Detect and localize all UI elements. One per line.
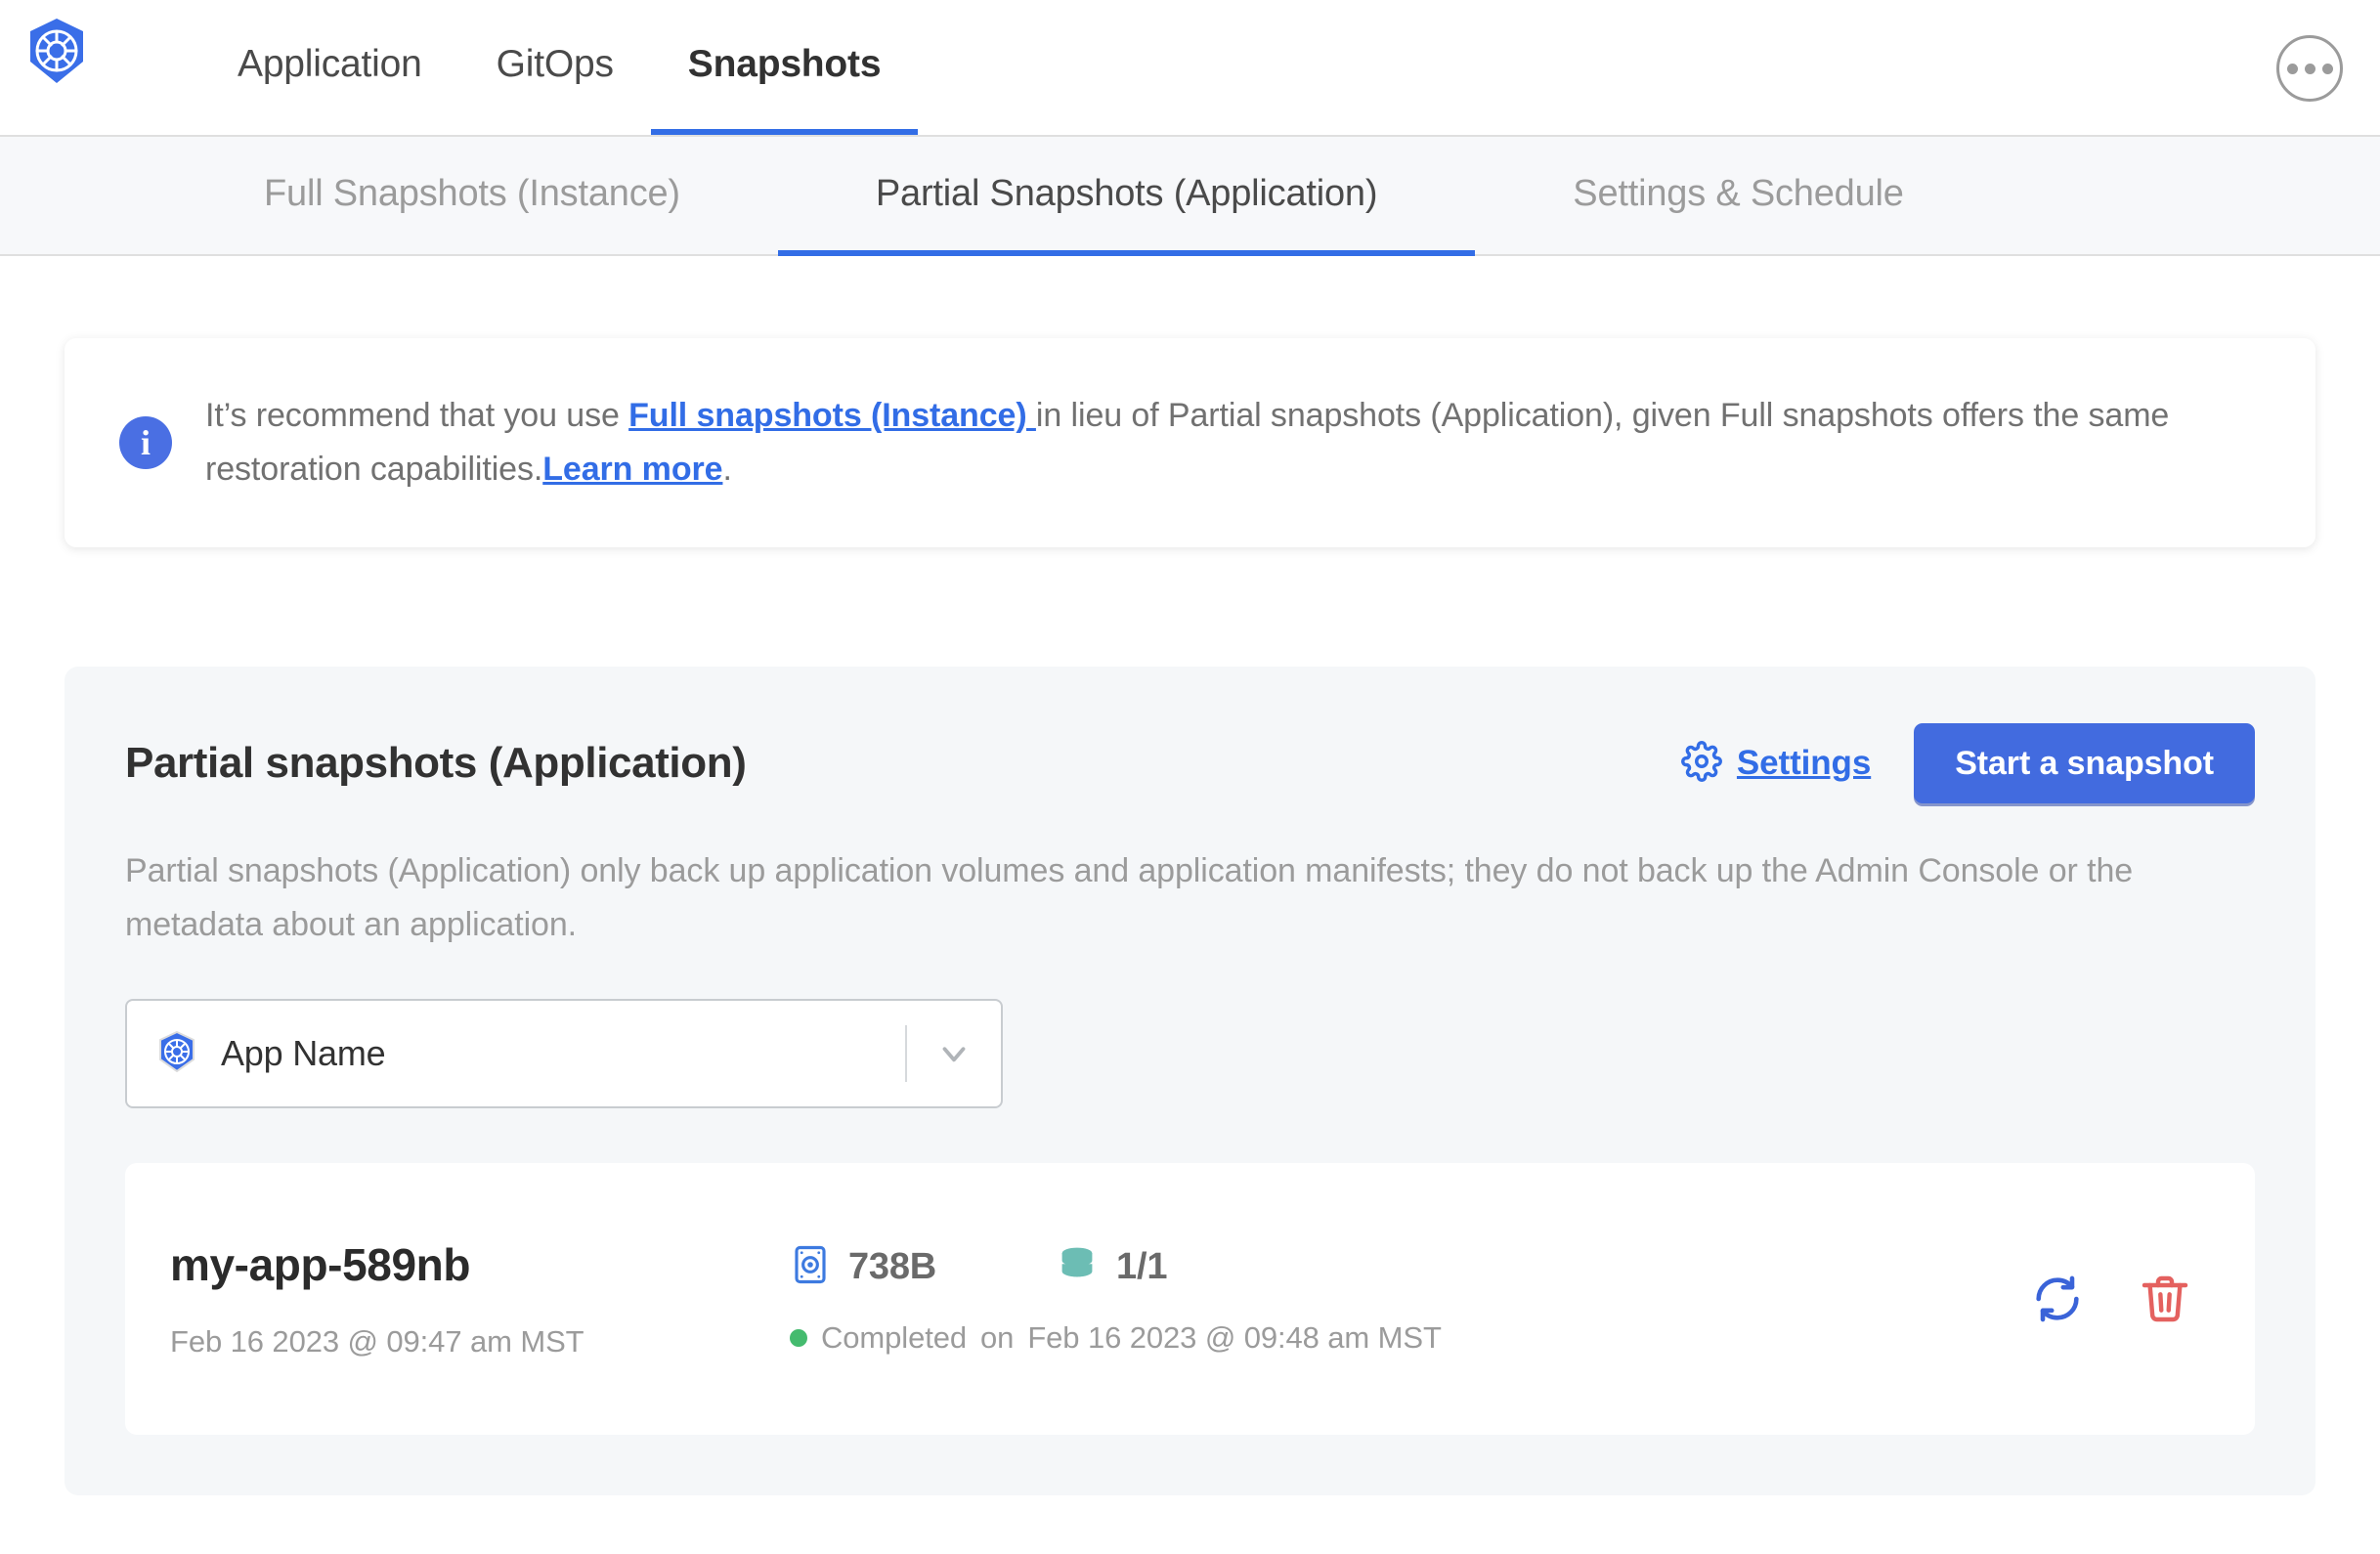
start-snapshot-button[interactable]: Start a snapshot <box>1914 723 2255 804</box>
status-badge: Completed <box>821 1319 968 1355</box>
subnav-item-full-snapshots-label: Full Snapshots (Instance) <box>264 172 680 214</box>
card-header-row: Partial snapshots (Application) Settings… <box>125 721 2255 805</box>
app-name-select[interactable]: App Name <box>125 999 1003 1109</box>
nav-item-snapshots-label: Snapshots <box>687 43 882 85</box>
app-name-select-value-wrap: App Name <box>127 1029 905 1079</box>
status-dot-icon <box>790 1328 807 1347</box>
snapshot-name: my-app-589nb <box>170 1239 471 1291</box>
card-description: Partial snapshots (Application) only bac… <box>125 852 2134 944</box>
subnav-item-partial-snapshots[interactable]: Partial Snapshots (Application) <box>777 137 1476 256</box>
primary-nav: Application GitOps Snapshots <box>200 0 919 135</box>
snapshot-volumes-metric: 1/1 <box>1056 1243 1167 1291</box>
snapshot-name-column: my-app-589nb Feb 16 2023 @ 09:47 am MST <box>170 1238 776 1360</box>
info-banner: i It’s recommend that you use Full snaps… <box>65 338 2315 548</box>
snapshot-finished-at: Feb 16 2023 @ 09:48 am MST <box>1027 1319 1442 1355</box>
nav-item-gitops[interactable]: GitOps <box>459 0 651 135</box>
snapshot-size-value: 738B <box>848 1245 937 1287</box>
kubernetes-logo-icon <box>154 1029 199 1079</box>
card-header-actions: Settings Start a snapshot <box>1680 723 2255 804</box>
subnav-item-settings-schedule[interactable]: Settings & Schedule <box>1475 137 2001 256</box>
subnav-item-settings-schedule-label: Settings & Schedule <box>1573 172 1904 214</box>
database-icon <box>1056 1243 1099 1291</box>
learn-more-link[interactable]: Learn more <box>542 451 722 488</box>
page-body: i It’s recommend that you use Full snaps… <box>0 338 2380 1496</box>
disk-icon <box>790 1244 831 1290</box>
snapshots-subnav: Full Snapshots (Instance) Partial Snapsh… <box>0 137 2380 256</box>
snapshot-volumes-value: 1/1 <box>1116 1245 1168 1287</box>
restore-refresh-icon[interactable] <box>2026 1268 2089 1330</box>
snapshot-row-actions <box>2026 1268 2208 1330</box>
settings-link-label: Settings <box>1736 744 1872 783</box>
snapshot-metrics: 738B 1/1 <box>790 1243 2026 1291</box>
snapshot-size-metric: 738B <box>790 1244 936 1290</box>
nav-item-gitops-label: GitOps <box>496 43 614 85</box>
page-title: Partial snapshots (Application) <box>125 739 747 788</box>
info-icon: i <box>119 416 172 470</box>
partial-snapshots-card: Partial snapshots (Application) Settings… <box>65 667 2315 1496</box>
snapshot-status-line: Completed on Feb 16 2023 @ 09:48 am MST <box>790 1320 2026 1356</box>
subnav-item-full-snapshots[interactable]: Full Snapshots (Instance) <box>166 137 778 256</box>
snapshot-row[interactable]: my-app-589nb Feb 16 2023 @ 09:47 am MST <box>125 1163 2255 1436</box>
nav-item-snapshots[interactable]: Snapshots <box>650 0 919 135</box>
settings-link[interactable]: Settings <box>1680 740 1872 787</box>
full-snapshots-link[interactable]: Full snapshots (Instance) <box>628 397 1036 434</box>
info-banner-text-part3: . <box>722 451 732 489</box>
ellipsis-dot <box>2321 63 2333 74</box>
kubernetes-logo-icon[interactable] <box>22 16 92 86</box>
info-banner-text: It’s recommend that you use Full snapsho… <box>205 389 2219 496</box>
status-preposition: on <box>980 1319 1015 1355</box>
gear-icon <box>1680 740 1722 787</box>
ellipsis-dot <box>2304 63 2315 74</box>
ellipsis-dot <box>2286 63 2298 74</box>
ellipsis-circle-icon[interactable] <box>2276 35 2343 102</box>
info-banner-text-part1: It’s recommend that you use <box>205 397 629 434</box>
chevron-down-icon[interactable] <box>907 1035 1001 1072</box>
trash-icon[interactable] <box>2134 1268 2196 1330</box>
nav-item-application-label: Application <box>238 43 422 85</box>
snapshot-details-column: 738B 1/1 Completed on Feb 16 2023 @ 09:4… <box>776 1243 2026 1356</box>
nav-item-application[interactable]: Application <box>200 0 459 135</box>
snapshot-started-at: Feb 16 2023 @ 09:47 am MST <box>170 1324 584 1360</box>
subnav-item-partial-snapshots-label: Partial Snapshots (Application) <box>875 172 1378 214</box>
app-name-select-value: App Name <box>221 1033 386 1074</box>
app-header: Application GitOps Snapshots <box>0 0 2380 137</box>
